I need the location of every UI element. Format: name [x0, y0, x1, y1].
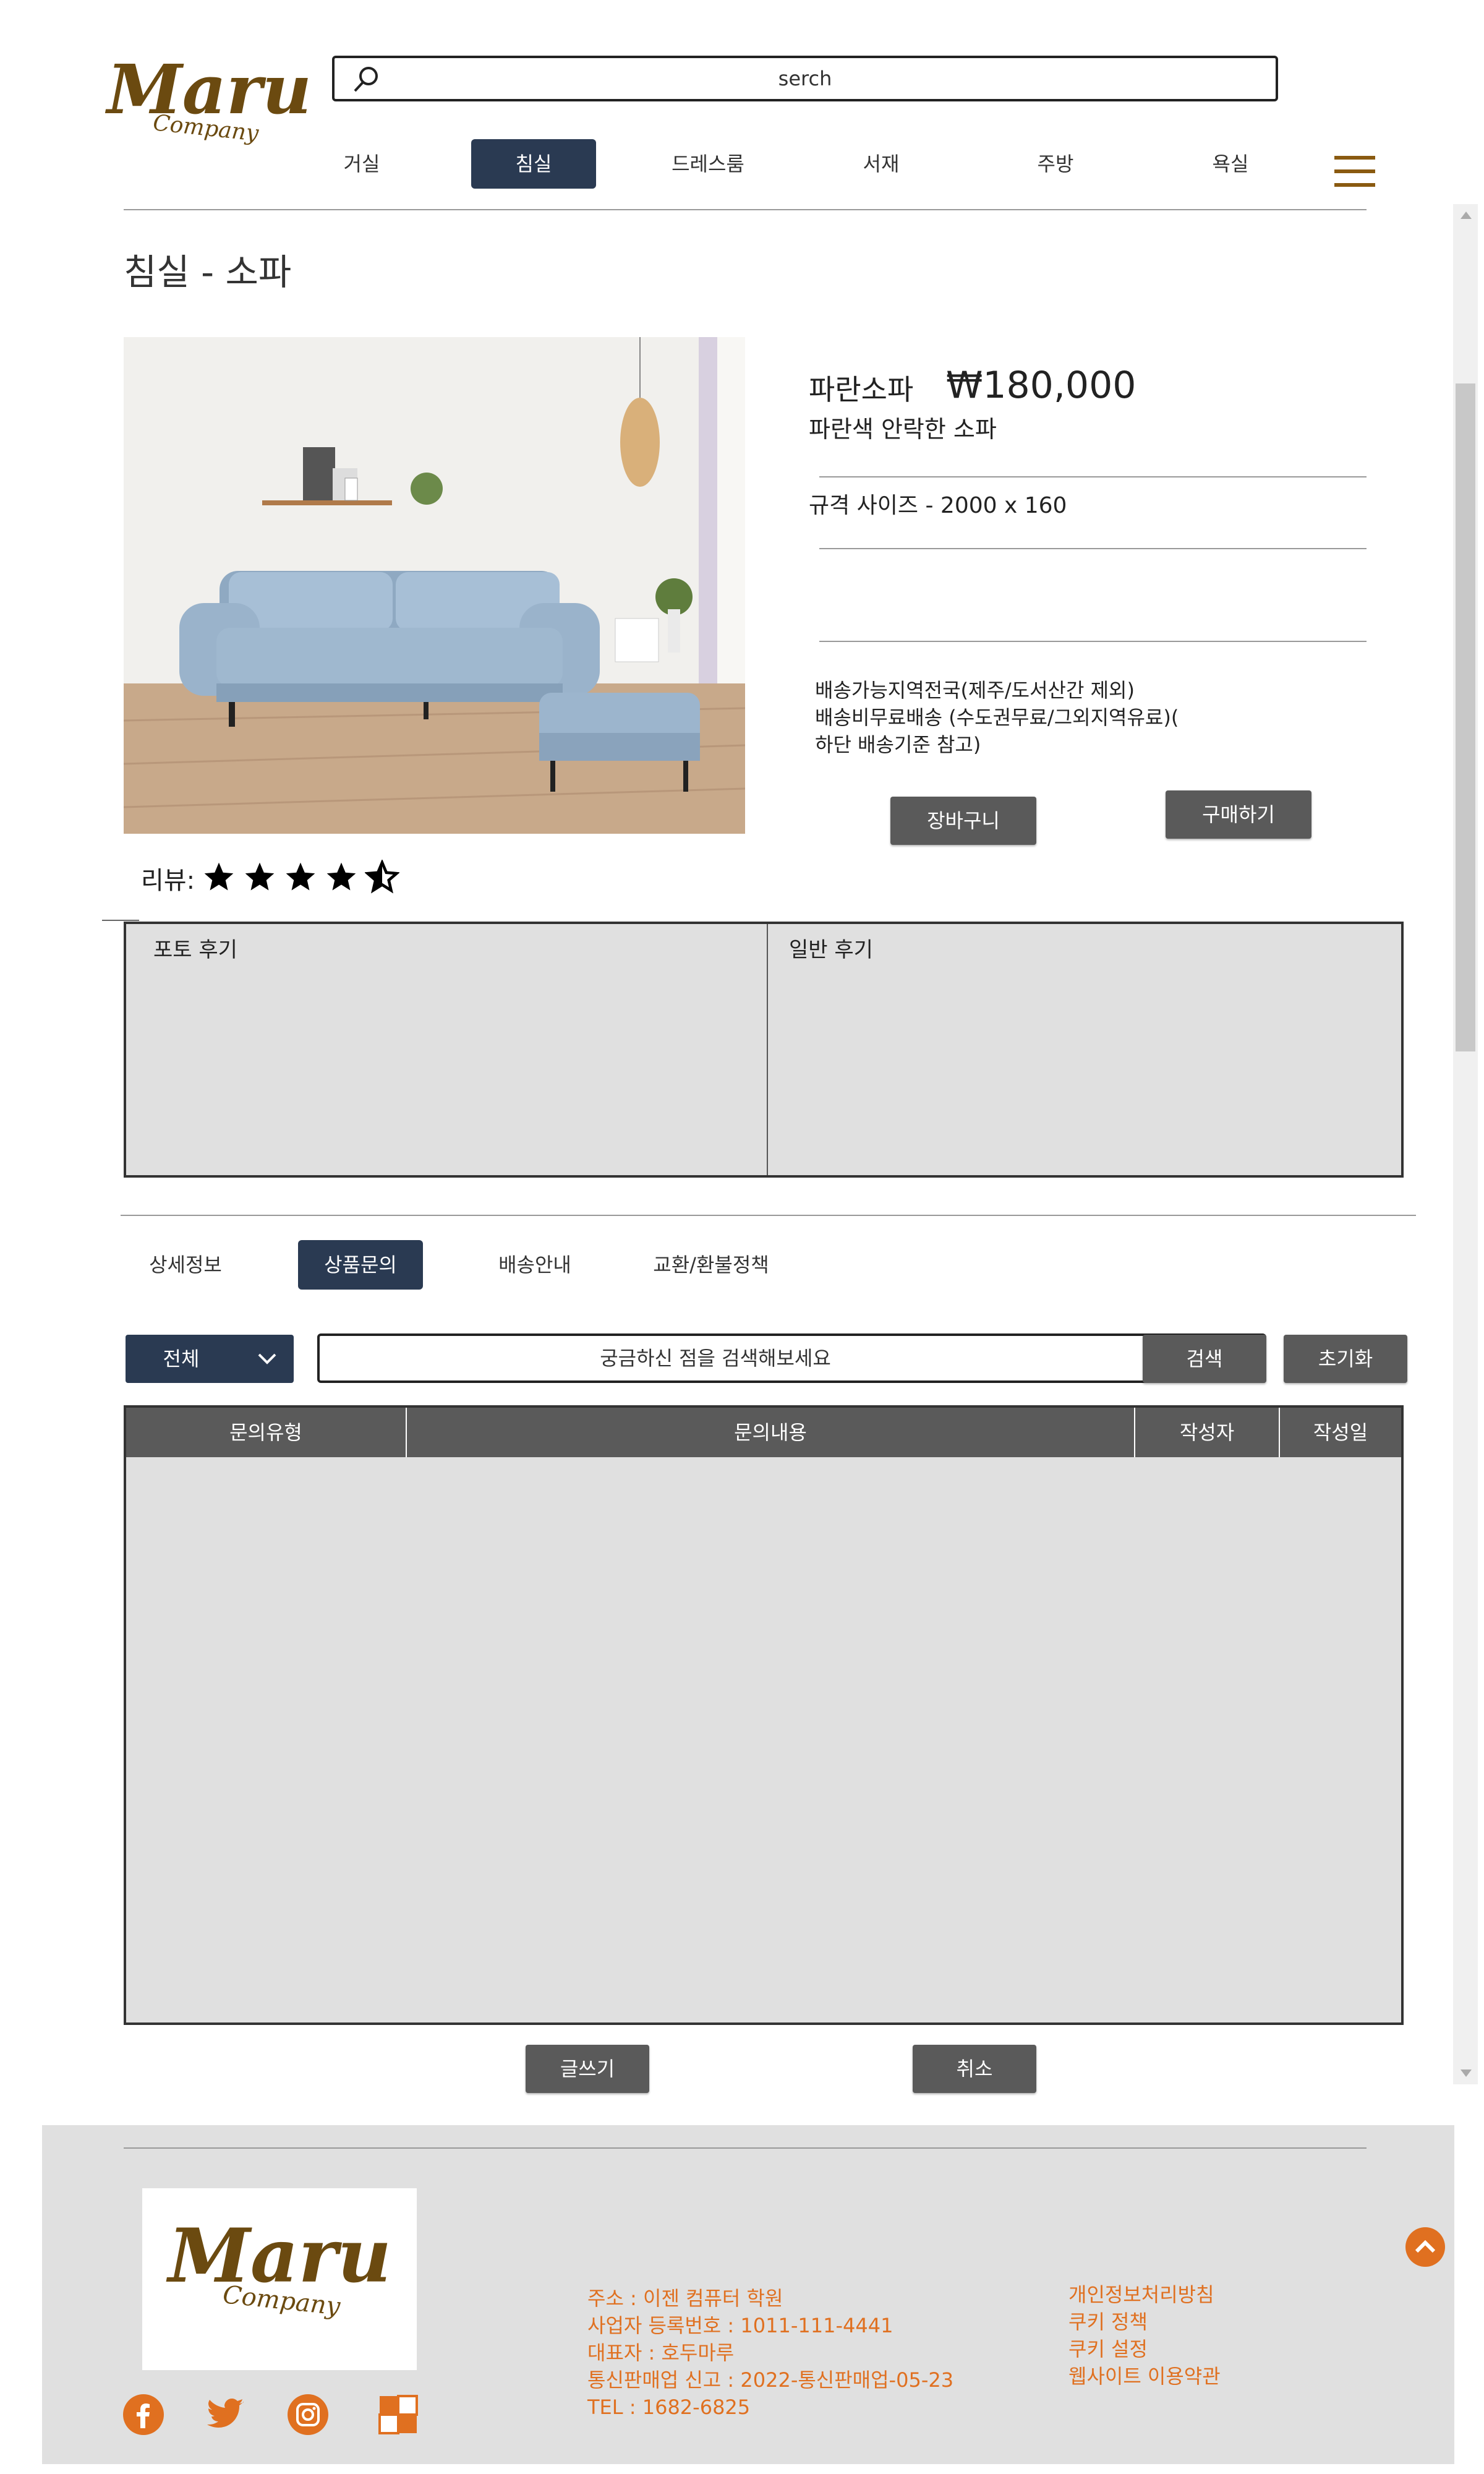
- info-divider: [819, 548, 1367, 549]
- footer-logo[interactable]: Maru Company: [142, 2188, 417, 2370]
- filter-dropdown[interactable]: 전체: [126, 1335, 294, 1383]
- tab-detail[interactable]: 상세정보: [124, 1240, 247, 1290]
- search-input[interactable]: serch: [335, 58, 1276, 99]
- tab-inquiry[interactable]: 상품문의: [298, 1240, 423, 1290]
- product-description: 파란색 안락한 소파: [809, 416, 997, 443]
- tab-refund[interactable]: 교환/환불정책: [637, 1240, 785, 1290]
- footer-business-number: 사업자 등록번호 : 1011-111-4441: [587, 2314, 893, 2337]
- scroll-thumb[interactable]: [1456, 383, 1475, 1051]
- delivery-info: 배송가능지역전국(제주/도서산간 제외) 배송비무료배송 (수도권무료/그외지역…: [815, 677, 1179, 758]
- scrollbar[interactable]: [1453, 204, 1478, 2084]
- column-separator: [1134, 1408, 1135, 1457]
- scroll-up-arrow[interactable]: [1461, 212, 1472, 219]
- general-review-title: 일반 후기: [789, 938, 873, 962]
- search-placeholder: 궁금하신 점을 검색해보세요: [600, 1346, 831, 1370]
- twitter-icon[interactable]: [204, 2394, 246, 2436]
- tabs-divider: [121, 1215, 1416, 1216]
- site-logo[interactable]: Maru Company: [102, 49, 312, 148]
- col-date: 작성일: [1313, 1421, 1368, 1444]
- col-author: 작성자: [1179, 1421, 1235, 1444]
- tab-shipping[interactable]: 배송안내: [473, 1240, 597, 1290]
- nav-bathroom[interactable]: 욕실: [1178, 139, 1283, 189]
- facebook-icon[interactable]: [122, 2394, 164, 2436]
- column-separator: [406, 1408, 407, 1457]
- review-area: 포토 후기 일반 후기: [124, 922, 1404, 1178]
- nav-living[interactable]: 거실: [309, 139, 414, 189]
- inquiry-table: [124, 1405, 1404, 2025]
- link-cookie-policy[interactable]: 쿠키 정책: [1068, 2308, 1221, 2335]
- back-to-top-icon[interactable]: [1405, 2227, 1446, 2267]
- col-inquiry-type: 문의유형: [229, 1421, 302, 1444]
- nav-kitchen[interactable]: 주방: [1003, 139, 1108, 189]
- reset-button[interactable]: 초기화: [1284, 1335, 1407, 1383]
- info-divider: [819, 641, 1367, 642]
- cancel-button[interactable]: 취소: [913, 2045, 1036, 2093]
- search-bar[interactable]: serch: [332, 56, 1278, 101]
- photo-review-panel[interactable]: 포토 후기: [126, 924, 768, 1175]
- footer-divider: [124, 2147, 1367, 2149]
- footer-ceo: 대표자 : 호두마루: [587, 2341, 735, 2365]
- photo-review-title: 포토 후기: [153, 938, 237, 962]
- link-privacy-policy[interactable]: 개인정보처리방침: [1068, 2281, 1221, 2308]
- col-inquiry-content: 문의내용: [734, 1421, 807, 1444]
- star-full-icon: [204, 862, 234, 891]
- filter-selected: 전체: [163, 1347, 200, 1371]
- footer-tel: TEL : 1682-6825: [587, 2395, 751, 2419]
- cart-button[interactable]: 장바구니: [890, 797, 1036, 845]
- star-full-icon: [286, 862, 315, 891]
- instagram-icon[interactable]: [287, 2394, 329, 2436]
- footer-links: 개인정보처리방침 쿠키 정책 쿠키 설정 웹사이트 이용약관: [1068, 2281, 1221, 2390]
- product-image: [124, 337, 745, 834]
- inquiry-search-input[interactable]: 궁금하신 점을 검색해보세요: [317, 1333, 1266, 1383]
- hamburger-menu-icon[interactable]: [1334, 156, 1375, 188]
- chevron-down-icon: [258, 1353, 276, 1364]
- link-terms[interactable]: 웹사이트 이용약관: [1068, 2363, 1221, 2390]
- nav-study[interactable]: 서재: [829, 139, 934, 189]
- star-full-icon: [245, 862, 275, 891]
- flickr-icon[interactable]: [377, 2394, 419, 2436]
- scroll-down-arrow[interactable]: [1461, 2070, 1472, 2077]
- star-half-icon: [365, 860, 399, 894]
- footer-info: 주소 : 이젠 컴퓨터 학원 사업자 등록번호 : 1011-111-4441 …: [587, 2285, 953, 2421]
- write-button[interactable]: 글쓰기: [526, 2045, 649, 2093]
- general-review-panel[interactable]: 일반 후기: [768, 924, 1401, 1175]
- product-name: 파란소파: [809, 373, 914, 406]
- link-cookie-settings[interactable]: 쿠키 설정: [1068, 2335, 1221, 2363]
- footer-commerce-report: 통신판매업 신고 : 2022-통신판매업-05-23: [587, 2368, 954, 2392]
- review-divider: [102, 920, 139, 921]
- delivery-line: 하단 배송기준 참고): [815, 733, 981, 756]
- delivery-line: 배송비무료배송 (수도권무료/그외지역유료)(: [815, 706, 1179, 729]
- delivery-line: 배송가능지역전국(제주/도서산간 제외): [815, 678, 1135, 702]
- buy-button[interactable]: 구매하기: [1166, 790, 1311, 839]
- page-title: 침실 - 소파: [124, 251, 292, 293]
- product-spec: 규격 사이즈 - 2000 x 160: [809, 493, 1067, 518]
- header-divider: [124, 209, 1367, 210]
- product-price: ₩180,000: [946, 364, 1136, 407]
- column-separator: [1279, 1408, 1280, 1457]
- star-full-icon: [326, 862, 356, 891]
- nav-dressroom[interactable]: 드레스룸: [655, 139, 761, 189]
- footer-address: 주소 : 이젠 컴퓨터 학원: [587, 2287, 783, 2310]
- inquiry-search-button[interactable]: 검색: [1143, 1335, 1266, 1383]
- header: Maru Company serch 거실 침실 드레스룸 서재 주방 욕실: [0, 0, 1484, 210]
- info-divider: [819, 476, 1367, 477]
- review-label: 리뷰:: [141, 867, 195, 895]
- nav-bedroom[interactable]: 침실: [471, 139, 596, 189]
